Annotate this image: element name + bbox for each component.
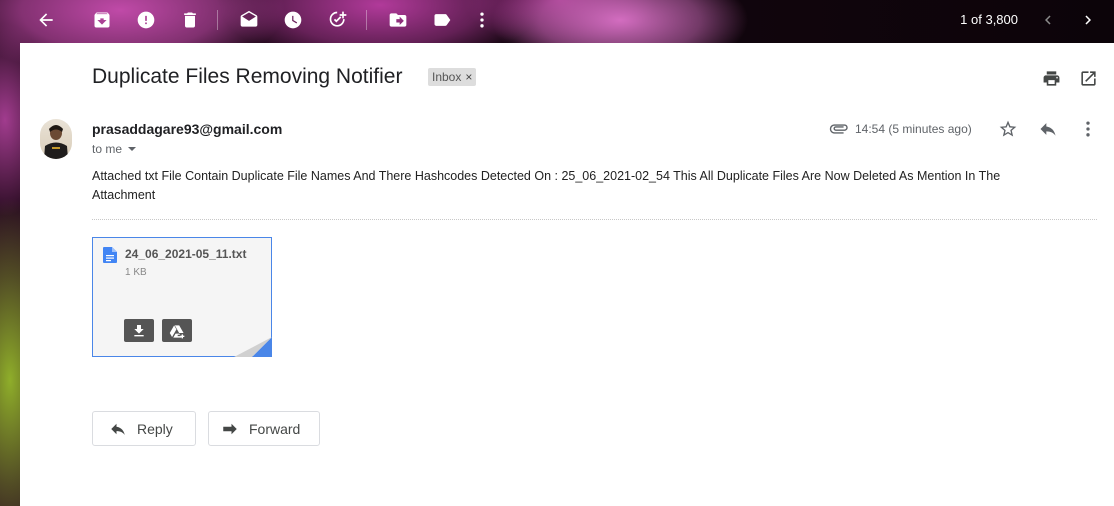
email-subject: Duplicate Files Removing Notifier: [92, 65, 403, 88]
attachment-clip-icon: [828, 121, 850, 137]
chevron-right-icon[interactable]: [1076, 8, 1100, 32]
delete-icon[interactable]: [177, 7, 203, 33]
email-timestamp: 14:54 (5 minutes ago): [855, 122, 972, 136]
labels-icon[interactable]: [429, 7, 455, 33]
reply-button[interactable]: Reply: [92, 411, 196, 446]
move-to-icon[interactable]: [385, 7, 411, 33]
label-text: Inbox: [432, 70, 462, 84]
reply-icon[interactable]: [1037, 118, 1059, 140]
toolbar-separator: [217, 10, 218, 30]
reply-icon: [111, 423, 125, 435]
snooze-icon[interactable]: [280, 7, 306, 33]
mark-unread-icon[interactable]: [236, 7, 262, 33]
download-icon: [134, 324, 144, 336]
save-to-drive-button[interactable]: [162, 319, 192, 342]
page-fold-corner: [234, 337, 272, 357]
print-icon[interactable]: [1040, 67, 1062, 89]
forward-button[interactable]: Forward: [208, 411, 320, 446]
more-vert-icon[interactable]: [469, 7, 495, 33]
more-vert-icon[interactable]: [1077, 118, 1099, 140]
sender-email: prasaddagare93@gmail.com: [92, 121, 283, 137]
attachment-size: 1 KB: [125, 267, 147, 278]
forward-icon: [223, 423, 237, 434]
add-to-drive-icon: [169, 324, 185, 338]
add-to-tasks-icon[interactable]: [325, 7, 351, 33]
star-icon[interactable]: [997, 118, 1019, 140]
open-in-new-window-icon[interactable]: [1077, 67, 1099, 89]
recipient-text: to me: [92, 142, 123, 156]
forward-label: Forward: [249, 420, 301, 437]
message-panel: Duplicate Files Removing Notifier Inbox …: [20, 43, 1114, 506]
archive-icon[interactable]: [89, 7, 115, 33]
download-button[interactable]: [124, 319, 154, 342]
page-count: 1 of 3,800: [960, 12, 1018, 27]
reply-label: Reply: [137, 420, 173, 437]
document-icon: [103, 247, 117, 263]
caret-down-icon: [128, 147, 137, 151]
email-body: Attached txt File Contain Duplicate File…: [92, 169, 1001, 202]
recipient-details-toggle[interactable]: to me: [92, 142, 137, 156]
report-spam-icon[interactable]: [133, 7, 159, 33]
attachment-filename: 24_06_2021-05_11.txt: [125, 247, 247, 261]
back-arrow-icon[interactable]: [33, 7, 59, 33]
attachment-card[interactable]: 24_06_2021-05_11.txt 1 KB: [92, 237, 272, 357]
inbox-label-chip[interactable]: Inbox ×: [428, 68, 477, 86]
body-divider: [92, 219, 1097, 220]
toolbar-separator: [366, 10, 367, 30]
sender-avatar: [40, 119, 72, 159]
remove-label-button[interactable]: ×: [465, 70, 472, 84]
message-toolbar: 1 of 3,800: [0, 0, 1114, 40]
chevron-left-icon[interactable]: [1036, 8, 1060, 32]
